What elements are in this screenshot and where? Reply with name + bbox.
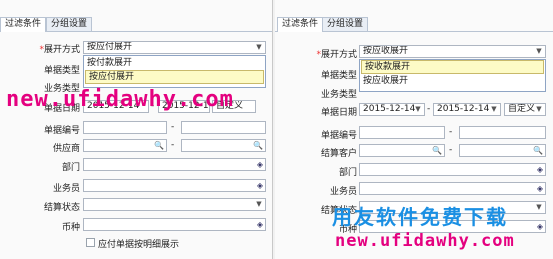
date-to-input[interactable]: 2015-12-14 ▼ bbox=[433, 103, 501, 116]
search-icon[interactable]: 🔍 bbox=[253, 141, 263, 150]
staff-label: 业务员 bbox=[329, 187, 357, 197]
expand-mode-value: 按应付展开 bbox=[87, 42, 133, 52]
left-filter-panel: 过滤条件 分组设置 *展开方式 按应付展开 ▼ 单据类型 业务类型 按付款展开 … bbox=[0, 0, 273, 259]
lookup-icon[interactable]: ◈ bbox=[257, 181, 263, 190]
tab-group-settings[interactable]: 分组设置 bbox=[322, 17, 369, 31]
range-dash: - bbox=[427, 104, 431, 114]
status-label: 结算状态 bbox=[43, 203, 80, 213]
doc-no-from-input[interactable] bbox=[83, 121, 167, 134]
date-from-input[interactable]: 2015-12-14 ▼ bbox=[359, 103, 425, 116]
dropdown-option[interactable]: 按应收展开 bbox=[360, 74, 545, 88]
lookup-icon[interactable]: ◈ bbox=[257, 220, 263, 229]
tab-filter-conditions[interactable]: 过滤条件 bbox=[0, 17, 47, 32]
doc-no-to-input[interactable] bbox=[459, 126, 546, 139]
supplier-label: 供应商 bbox=[52, 144, 80, 154]
currency-label: 币种 bbox=[61, 223, 80, 233]
expand-mode-label: *展开方式 bbox=[275, 47, 357, 60]
doc-date-label: 单据日期 bbox=[320, 108, 357, 118]
dept-input[interactable]: ◈ bbox=[83, 158, 266, 171]
dropdown-option[interactable]: 按付款展开 bbox=[84, 56, 265, 70]
date-to-value: 2015-12-14 bbox=[437, 104, 490, 114]
settle-customer-label: 结算客户 bbox=[320, 149, 357, 159]
doc-type-label: 单据类型 bbox=[320, 71, 357, 81]
watermark-url: new.ufidawhy.com bbox=[6, 87, 234, 112]
period-value: 自定义 bbox=[508, 104, 536, 114]
detail-checkbox-label: 应付单据按明细展示 bbox=[98, 240, 180, 250]
range-dash: - bbox=[449, 145, 453, 155]
doc-no-label: 单据编号 bbox=[320, 131, 357, 141]
staff-input[interactable]: ◈ bbox=[83, 179, 266, 192]
lookup-icon[interactable]: ◈ bbox=[537, 222, 543, 231]
expand-mode-value: 按应收展开 bbox=[363, 46, 409, 56]
lookup-icon[interactable]: ◈ bbox=[537, 184, 543, 193]
dept-input[interactable]: ◈ bbox=[359, 163, 546, 176]
tab-group-settings[interactable]: 分组设置 bbox=[46, 17, 93, 31]
customer-from-input[interactable]: 🔍 bbox=[359, 144, 445, 157]
tab-bar: 过滤条件 分组设置 bbox=[275, 17, 553, 32]
chevron-down-icon[interactable]: ▼ bbox=[412, 104, 424, 115]
chevron-down-icon[interactable]: ▼ bbox=[488, 104, 500, 115]
customer-to-input[interactable]: 🔍 bbox=[459, 144, 546, 157]
range-dash: - bbox=[171, 140, 175, 150]
chevron-down-icon[interactable]: ▼ bbox=[533, 46, 545, 57]
doc-no-label: 单据编号 bbox=[43, 126, 80, 136]
search-icon[interactable]: 🔍 bbox=[533, 146, 543, 155]
range-dash: - bbox=[449, 127, 453, 137]
right-filter-panel: 过滤条件 分组设置 *展开方式 按应收展开 ▼ 单据类型 业务类型 按收款展开 … bbox=[275, 0, 553, 259]
chevron-down-icon[interactable]: ▼ bbox=[533, 202, 545, 213]
expand-mode-select[interactable]: 按应付展开 ▼ bbox=[83, 41, 266, 54]
date-from-value: 2015-12-14 bbox=[363, 104, 416, 114]
supplier-to-input[interactable]: 🔍 bbox=[181, 139, 266, 152]
expand-mode-dropdown: 按收款展开 按应收展开 bbox=[359, 59, 546, 92]
biz-type-label: 业务类型 bbox=[320, 90, 357, 100]
expand-mode-label-text: 展开方式 bbox=[43, 45, 80, 55]
detail-checkbox[interactable] bbox=[86, 238, 95, 247]
doc-type-label: 单据类型 bbox=[43, 66, 80, 76]
supplier-from-input[interactable]: 🔍 bbox=[83, 139, 167, 152]
search-icon[interactable]: 🔍 bbox=[432, 146, 442, 155]
doc-no-to-input[interactable] bbox=[181, 121, 266, 134]
staff-input[interactable]: ◈ bbox=[359, 182, 546, 195]
period-select[interactable]: 自定义 ▼ bbox=[504, 103, 546, 116]
expand-mode-label: *展开方式 bbox=[8, 42, 80, 55]
chevron-down-icon[interactable]: ▼ bbox=[533, 104, 545, 115]
watermark-title: 用友软件免费下载 bbox=[332, 205, 508, 229]
tab-bar: 过滤条件 分组设置 bbox=[0, 17, 272, 32]
search-icon[interactable]: 🔍 bbox=[154, 141, 164, 150]
lookup-icon[interactable]: ◈ bbox=[257, 160, 263, 169]
dropdown-option-selected[interactable]: 按应付展开 bbox=[85, 70, 264, 84]
expand-mode-label-text: 展开方式 bbox=[320, 50, 357, 60]
expand-mode-select[interactable]: 按应收展开 ▼ bbox=[359, 45, 546, 58]
watermark-url: new.ufidawhy.com bbox=[335, 231, 515, 251]
currency-input[interactable]: ◈ bbox=[83, 218, 266, 231]
range-dash: - bbox=[171, 122, 175, 132]
staff-label: 业务员 bbox=[52, 184, 80, 194]
dropdown-option-selected[interactable]: 按收款展开 bbox=[361, 60, 544, 74]
dept-label: 部门 bbox=[338, 168, 357, 178]
doc-no-from-input[interactable] bbox=[359, 126, 445, 139]
dept-label: 部门 bbox=[61, 163, 80, 173]
chevron-down-icon[interactable]: ▼ bbox=[253, 42, 265, 53]
tab-filter-conditions[interactable]: 过滤条件 bbox=[277, 17, 324, 32]
lookup-icon[interactable]: ◈ bbox=[537, 165, 543, 174]
expand-mode-dropdown: 按付款展开 按应付展开 bbox=[83, 55, 266, 88]
status-select[interactable]: ▼ bbox=[83, 198, 266, 211]
chevron-down-icon[interactable]: ▼ bbox=[253, 199, 265, 210]
